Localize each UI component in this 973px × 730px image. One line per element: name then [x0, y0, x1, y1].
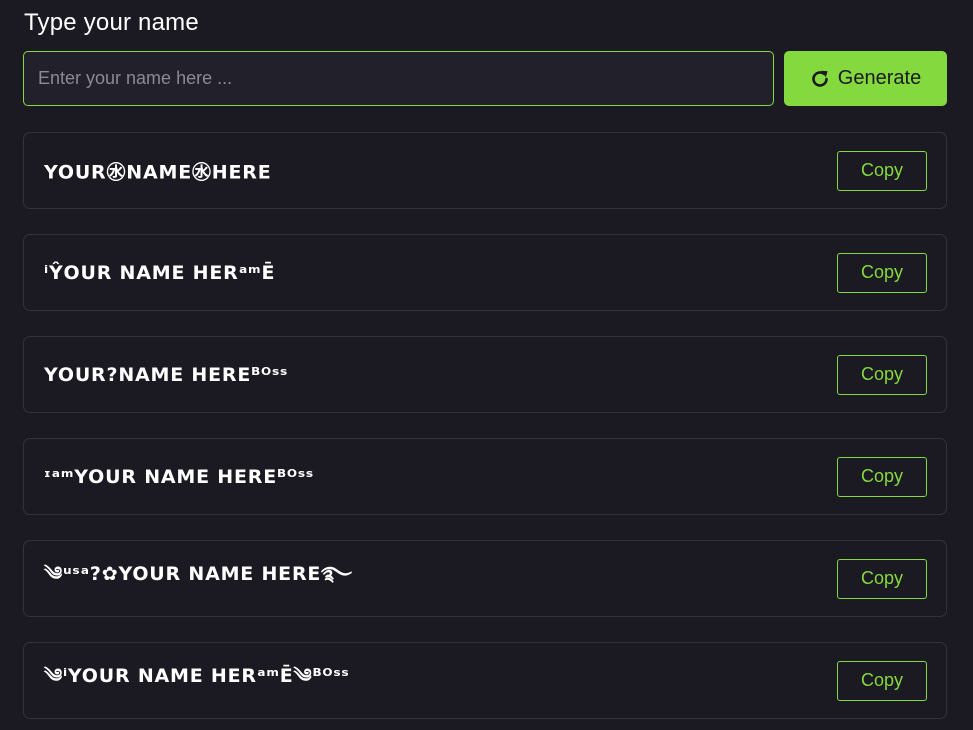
name-input[interactable]	[23, 51, 774, 106]
page-title: Type your name	[24, 9, 199, 36]
generate-label: Generate	[837, 67, 922, 89]
styled-name-text: ༄ᵘˢᵃ?✿YOUR NAME HERE࿐	[44, 562, 353, 585]
copy-button[interactable]: Copy	[837, 660, 927, 701]
styled-name-text: YOUR?NAME HEREᴮᴼˢˢ	[44, 363, 289, 386]
copy-button[interactable]: Copy	[837, 150, 927, 191]
result-card: YOUR㊌NAME㊌HERE Copy	[23, 132, 947, 209]
copy-button[interactable]: Copy	[837, 354, 927, 395]
result-card: YOUR?NAME HEREᴮᴼˢˢ Copy	[23, 336, 947, 413]
styled-name-text: YOUR㊌NAME㊌HERE	[44, 161, 272, 183]
copy-button[interactable]: Copy	[837, 252, 927, 293]
result-card: ༄ⁱYOUR NAME HERᵃᵐĒ༄ᴮᴼˢˢ Copy	[23, 642, 947, 719]
copy-button[interactable]: Copy	[837, 456, 927, 497]
styled-name-text: ᶦᵃᵐYOUR NAME HEREᴮᴼˢˢ	[44, 465, 314, 488]
result-card: ༄ᵘˢᵃ?✿YOUR NAME HERE࿐ Copy	[23, 540, 947, 617]
copy-button[interactable]: Copy	[837, 558, 927, 599]
styled-name-text: ⁱŶOUR NAME HERᵃᵐĒ	[44, 261, 276, 284]
result-card: ᶦᵃᵐYOUR NAME HEREᴮᴼˢˢ Copy	[23, 438, 947, 515]
generate-button[interactable]: Generate	[784, 51, 947, 106]
styled-name-text: ༄ⁱYOUR NAME HERᵃᵐĒ༄ᴮᴼˢˢ	[44, 664, 350, 687]
name-style-generator: Type your name Generate YOUR㊌NAME㊌HERE C…	[0, 0, 973, 730]
refresh-icon	[810, 69, 830, 89]
result-card: ⁱŶOUR NAME HERᵃᵐĒ Copy	[23, 234, 947, 311]
